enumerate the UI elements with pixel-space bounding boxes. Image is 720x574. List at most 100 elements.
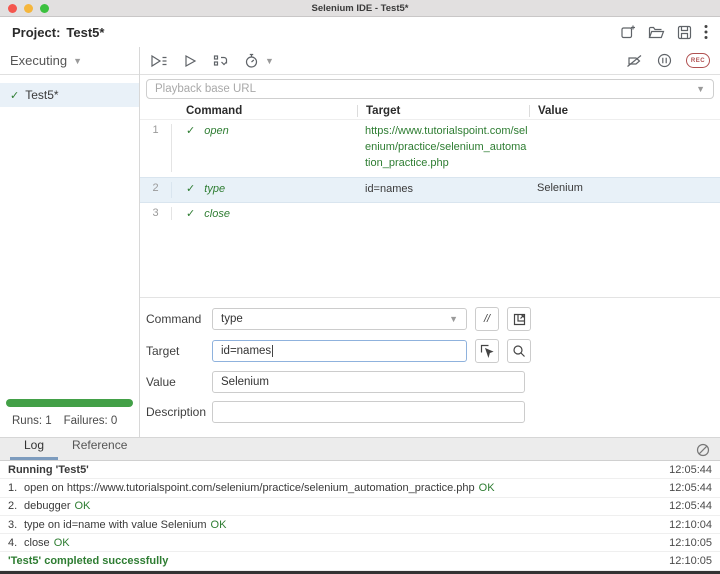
open-folder-icon — [648, 25, 665, 40]
row-target: id=names — [357, 182, 529, 198]
chevron-down-icon: ▼ — [73, 56, 82, 66]
play-icon — [184, 54, 197, 68]
target-field-label: Target — [146, 344, 212, 358]
check-icon: ✓ — [186, 208, 198, 220]
toggle-comment-button[interactable]: // — [475, 307, 499, 331]
row-number: 2 — [140, 182, 172, 198]
project-menu-button[interactable] — [704, 24, 708, 40]
open-in-new-window-button[interactable] — [507, 307, 531, 331]
log-timestamp: 12:10:05 — [669, 537, 712, 549]
disable-breakpoints-icon — [626, 54, 643, 68]
log-tabbar: Log Reference — [0, 437, 720, 461]
row-target — [357, 207, 529, 220]
row-command: ✓ open — [172, 124, 357, 172]
stopwatch-icon — [244, 53, 259, 69]
sidebar-item-test5[interactable]: ✓ Test5* — [0, 83, 139, 107]
tests-filter-dropdown[interactable]: Executing ▼ — [0, 47, 139, 75]
run-all-tests-button[interactable] — [150, 54, 168, 68]
check-icon: ✓ — [186, 125, 198, 137]
external-link-icon — [513, 313, 526, 326]
command-edit-form: Command type ▼ // Target id=names — [140, 298, 720, 437]
log-timestamp: 12:05:44 — [669, 500, 712, 512]
log-ok-status: OK — [479, 482, 495, 494]
progress-bar — [6, 399, 133, 407]
row-number: 1 — [140, 124, 172, 172]
row-value — [529, 207, 720, 220]
table-row[interactable]: 3 ✓ close — [140, 203, 720, 225]
tests-filter-label: Executing — [10, 53, 67, 68]
command-field-label: Command — [146, 312, 212, 326]
log-entry: 3. type on id=name with value Selenium O… — [0, 516, 720, 534]
log-entry: Running 'Test5' 12:05:44 — [0, 461, 720, 479]
log-entry: 2. debugger OK 12:05:44 — [0, 498, 720, 516]
log-timestamp: 12:10:04 — [669, 519, 712, 531]
table-row-selected[interactable]: 2 ✓ type id=names Selenium — [140, 177, 720, 203]
project-label: Project: — [12, 25, 60, 40]
chevron-down-icon: ▼ — [449, 314, 458, 324]
base-url-field[interactable]: ▼ — [146, 79, 714, 99]
log-entry: 1. open on https://www.tutorialspoint.co… — [0, 479, 720, 497]
header-target[interactable]: Target — [357, 105, 529, 117]
find-target-button[interactable] — [507, 339, 531, 363]
step-over-icon — [213, 54, 228, 68]
clear-log-icon — [696, 443, 710, 457]
value-field-label: Value — [146, 375, 212, 389]
step-over-button[interactable] — [213, 54, 228, 68]
log-panel: Log Reference Running 'Test5' 12:05:44 1… — [0, 437, 720, 574]
log-entry-success: 'Test5' completed successfully 12:10:05 — [0, 552, 720, 570]
disable-breakpoints-button[interactable] — [626, 54, 643, 68]
new-project-button[interactable] — [620, 24, 636, 40]
description-input[interactable] — [212, 401, 525, 423]
chevron-down-icon: ▼ — [696, 84, 705, 94]
new-project-icon — [620, 24, 636, 40]
test-name: Test5* — [25, 88, 58, 102]
chevron-down-icon: ▼ — [265, 56, 274, 66]
run-current-test-button[interactable] — [184, 54, 197, 68]
cursor-select-icon — [480, 344, 494, 358]
table-header: Command Target Value — [140, 102, 720, 120]
target-input[interactable]: id=names — [212, 340, 467, 362]
save-icon — [677, 25, 692, 40]
window-titlebar: Selenium IDE - Test5* — [0, 0, 720, 17]
open-project-button[interactable] — [648, 25, 665, 40]
log-timestamp: 12:05:44 — [669, 464, 712, 476]
pause-circle-icon — [657, 53, 672, 68]
log-ok-status: OK — [211, 519, 227, 531]
main-area: Executing ▼ ✓ Test5* Runs: 1 Failures: 0 — [0, 47, 720, 437]
log-ok-status: OK — [75, 500, 91, 512]
editor-area: ▼ REC — [140, 47, 720, 437]
project-header: Project: Test5* — [0, 17, 720, 47]
header-value[interactable]: Value — [529, 105, 720, 117]
test-speed-button[interactable]: ▼ — [244, 53, 274, 69]
failures-count: Failures: 0 — [64, 415, 118, 427]
record-button[interactable]: REC — [686, 53, 710, 68]
base-url-row: ▼ — [140, 75, 720, 102]
description-field-label: Description — [146, 405, 212, 419]
log-timestamp: 12:05:44 — [669, 482, 712, 494]
kebab-menu-icon — [704, 24, 708, 40]
header-command[interactable]: Command — [172, 105, 357, 117]
runs-count: Runs: 1 — [12, 415, 52, 427]
base-url-input[interactable] — [155, 83, 690, 95]
project-name: Test5* — [66, 25, 104, 40]
log-entries: Running 'Test5' 12:05:44 1. open on http… — [0, 461, 720, 571]
window-title: Selenium IDE - Test5* — [0, 3, 720, 14]
clear-log-button[interactable] — [696, 443, 710, 457]
tab-log[interactable]: Log — [10, 434, 58, 460]
tab-reference[interactable]: Reference — [58, 434, 141, 460]
log-timestamp: 12:10:05 — [669, 555, 712, 567]
check-icon: ✓ — [186, 183, 198, 195]
table-row[interactable]: 1 ✓ open https://www.tutorialspoint.com/… — [140, 120, 720, 177]
pause-on-exceptions-button[interactable] — [657, 53, 672, 68]
row-value — [529, 124, 720, 172]
save-project-button[interactable] — [677, 25, 692, 40]
row-command: ✓ close — [172, 207, 357, 220]
log-entry: 4. close OK 12:10:05 — [0, 534, 720, 552]
value-input[interactable]: Selenium — [212, 371, 525, 393]
select-target-button[interactable] — [475, 339, 499, 363]
command-select[interactable]: type ▼ — [212, 308, 467, 330]
run-all-icon — [150, 54, 168, 68]
tests-sidebar: Executing ▼ ✓ Test5* Runs: 1 Failures: 0 — [0, 47, 140, 437]
row-target: https://www.tutorialspoint.com/selenium/… — [357, 124, 529, 172]
row-command: ✓ type — [172, 182, 357, 198]
